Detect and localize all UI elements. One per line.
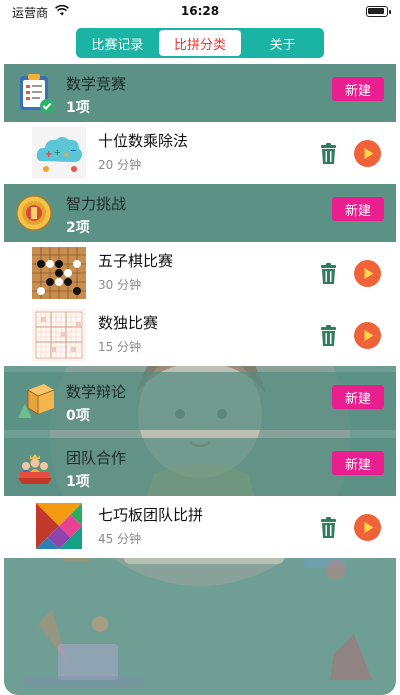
play-icon[interactable] <box>354 514 381 541</box>
nav-bar: 比赛记录 比拼分类 关于 <box>4 22 396 64</box>
tangram-icon <box>35 502 83 552</box>
play-icon[interactable] <box>354 322 381 349</box>
svg-text:×: × <box>63 150 70 159</box>
clock: 16:28 <box>180 4 220 18</box>
trash-icon[interactable] <box>320 263 337 285</box>
sudoku-grid-icon <box>32 309 86 361</box>
tab-about[interactable]: 关于 <box>241 28 324 58</box>
list-item[interactable]: + ÷ × − 十位数乘除法 20 分钟 <box>4 122 396 184</box>
svg-text:÷: ÷ <box>54 148 61 157</box>
category-list[interactable]: 数学竞赛 1项 新建 + ÷ × − 十位数乘除法 20 分钟 智力挑战 2项 … <box>4 64 396 695</box>
new-button[interactable]: 新建 <box>332 197 384 221</box>
category-row[interactable]: 团队合作 1项 新建 <box>4 438 396 496</box>
battery-icon <box>366 6 391 17</box>
item-duration: 30 分钟 <box>98 278 142 292</box>
category-title: 数学辩论 <box>66 383 127 401</box>
category-title: 数学竞赛 <box>66 75 127 93</box>
trash-icon[interactable] <box>320 143 337 165</box>
item-duration: 15 分钟 <box>98 340 142 354</box>
svg-text:−: − <box>70 146 77 155</box>
category-count: 1项 <box>66 100 90 116</box>
list-item[interactable]: 数独比赛 15 分钟 <box>4 304 396 366</box>
item-title: 七巧板团队比拼 <box>98 506 204 524</box>
item-title: 数独比赛 <box>98 314 159 332</box>
list-item[interactable]: 七巧板团队比拼 45 分钟 <box>4 496 396 558</box>
new-button[interactable]: 新建 <box>332 451 384 475</box>
new-button[interactable]: 新建 <box>332 385 384 409</box>
category-title: 团队合作 <box>66 449 127 467</box>
list-item[interactable]: 五子棋比赛 30 分钟 <box>4 242 396 304</box>
item-title: 十位数乘除法 <box>98 132 189 150</box>
item-duration: 45 分钟 <box>98 532 142 546</box>
play-icon[interactable] <box>354 140 381 167</box>
play-icon[interactable] <box>354 260 381 287</box>
category-count: 1项 <box>66 474 90 490</box>
status-bar: 运营商 16:28 <box>4 0 396 22</box>
trash-icon[interactable] <box>320 517 337 539</box>
trash-icon[interactable] <box>320 325 337 347</box>
math-cloud-icon: + ÷ × − <box>32 127 86 179</box>
svg-text:+: + <box>45 150 53 160</box>
category-row[interactable]: 智力挑战 2项 新建 <box>4 184 396 242</box>
geometry-shapes-icon <box>18 384 55 418</box>
gold-medal-icon <box>16 195 52 231</box>
category-count: 0项 <box>66 408 90 424</box>
category-row[interactable]: 数学辩论 0项 新建 <box>4 372 396 430</box>
item-duration: 20 分钟 <box>98 158 142 172</box>
gomoku-board-icon <box>32 247 86 299</box>
category-row[interactable]: 数学竞赛 1项 新建 <box>4 64 396 122</box>
category-count: 2项 <box>66 220 90 236</box>
team-podium-icon <box>18 454 52 484</box>
phone-screen: 运营商 16:28 比赛记录 比拼分类 关于 数学竞赛 1项 新建 + ÷ × … <box>4 0 396 695</box>
segment-control: 比赛记录 比拼分类 关于 <box>76 28 324 58</box>
new-button[interactable]: 新建 <box>332 77 384 101</box>
category-title: 智力挑战 <box>66 195 127 213</box>
clipboard-checklist-icon <box>20 74 54 113</box>
item-title: 五子棋比赛 <box>98 252 174 270</box>
tab-match-records[interactable]: 比赛记录 <box>76 28 159 58</box>
tab-categories[interactable]: 比拼分类 <box>158 30 242 56</box>
